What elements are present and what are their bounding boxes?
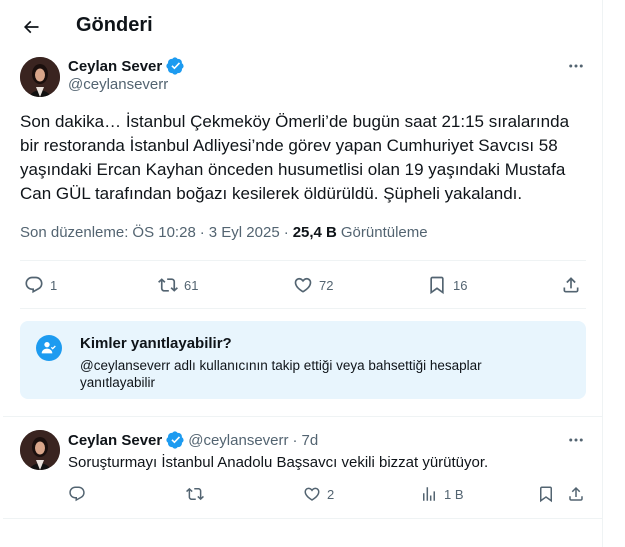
- more-icon: [569, 64, 583, 68]
- repost-button[interactable]: 61: [158, 275, 198, 295]
- bookmark-icon: [540, 486, 552, 503]
- comment-reply-button[interactable]: [68, 485, 92, 503]
- reply-restriction-title: Kimler yanıtlayabilir?: [80, 335, 232, 352]
- comment-share-button[interactable]: [567, 485, 585, 503]
- views-label: Görüntüleme: [340, 224, 428, 241]
- back-button[interactable]: [14, 10, 48, 44]
- reply-restriction-notice: Kimler yanıtlayabilir? @ceylanseverr adl…: [20, 321, 586, 399]
- comment-age[interactable]: 7d: [302, 432, 319, 449]
- bookmark-count: 16: [453, 277, 468, 293]
- comment-author-handle[interactable]: @ceylanseverr: [188, 432, 288, 449]
- reply-count: 1: [50, 277, 58, 293]
- like-count: 72: [319, 277, 334, 293]
- share-button[interactable]: [561, 275, 581, 295]
- author-name[interactable]: Ceylan Sever: [68, 58, 162, 75]
- comment-more-options-button[interactable]: [562, 426, 590, 454]
- more-icon: [569, 438, 583, 442]
- reply-button[interactable]: 1: [24, 275, 57, 295]
- post-date[interactable]: 3 Eyl 2025: [209, 224, 280, 241]
- comment-views-count: 1 B: [444, 486, 464, 502]
- reply-restriction-description: @ceylanseverr adlı kullanıcının takip et…: [80, 358, 482, 390]
- comment-repost-button[interactable]: [186, 485, 210, 503]
- reply-restriction-icon-wrap: [36, 335, 62, 361]
- views-icon: [423, 487, 435, 501]
- like-icon: [294, 277, 312, 293]
- repost-count: 61: [184, 277, 199, 293]
- bookmark-icon: [430, 276, 444, 295]
- comment-avatar[interactable]: [20, 430, 60, 470]
- avatar-image: [20, 430, 60, 470]
- author-handle[interactable]: @ceylanseverr: [68, 76, 184, 93]
- post-author: Ceylan Sever @ceylanseverr: [68, 57, 184, 93]
- meta-separator: ·: [199, 224, 205, 241]
- page-header: Gönderi: [0, 0, 603, 53]
- page-title: Gönderi: [76, 14, 153, 36]
- reply-icon: [25, 276, 43, 294]
- post-text: Son dakika… İstanbul Çekmeköy Ömerli’de …: [20, 112, 570, 203]
- post-detail-column: Gönderi Ceylan Sever @ceylanseverr Son d…: [0, 0, 603, 547]
- back-arrow-icon: [23, 20, 39, 34]
- like-icon: [304, 487, 320, 501]
- verified-badge-icon: [166, 57, 184, 75]
- comment-bookmark-button[interactable]: [537, 485, 555, 503]
- post-time[interactable]: ÖS 10:28: [132, 224, 195, 241]
- avatar-image: [20, 57, 60, 97]
- divider: [20, 260, 586, 261]
- comment-views-button[interactable]: 1 B: [420, 485, 464, 503]
- share-icon: [569, 486, 583, 501]
- repost-icon: [186, 487, 204, 501]
- post-meta: Son düzenleme: ÖS 10:28 · 3 Eyl 2025 · 2…: [20, 224, 428, 241]
- comment-text: Soruşturmayı İstanbul Anadolu Başsavcı v…: [68, 454, 489, 471]
- person-check-icon: [41, 342, 56, 354]
- comment-author-name[interactable]: Ceylan Sever: [68, 432, 162, 449]
- more-options-button[interactable]: [562, 52, 590, 80]
- divider: [3, 416, 603, 417]
- comment-header: Ceylan Sever @ceylanseverr · 7d: [68, 431, 318, 449]
- bookmark-button[interactable]: 16: [427, 275, 467, 295]
- comment-like-count: 2: [327, 486, 335, 502]
- reply-icon: [69, 486, 85, 502]
- comment-separator: ·: [292, 431, 298, 449]
- like-button[interactable]: 72: [293, 275, 333, 295]
- repost-icon: [158, 278, 178, 292]
- views-count: 25,4 B: [292, 224, 337, 241]
- avatar[interactable]: [20, 57, 60, 97]
- verified-badge-icon: [166, 431, 184, 449]
- divider: [20, 308, 586, 309]
- comment-like-button[interactable]: 2: [303, 485, 334, 503]
- edited-label[interactable]: Son düzenleme:: [20, 224, 128, 241]
- share-icon: [563, 277, 579, 293]
- next-item-stub: [3, 518, 603, 547]
- meta-separator: ·: [283, 224, 289, 241]
